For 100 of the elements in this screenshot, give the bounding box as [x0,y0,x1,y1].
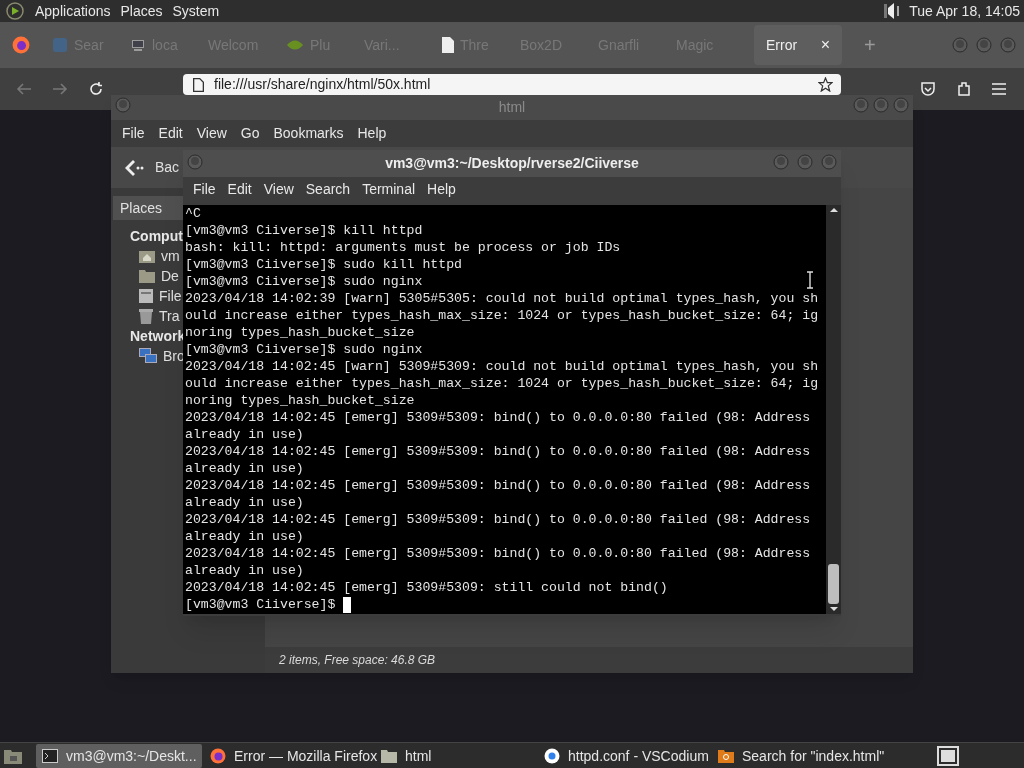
window-button-icon[interactable] [797,154,813,170]
taskbar-button[interactable]: Search for "index.html" [712,744,922,768]
panel-menu[interactable]: Applications [35,0,111,22]
terminal-line: already in use) [185,562,304,579]
scrollbar[interactable] [826,205,841,614]
terminal-line: already in use) [185,426,304,443]
sidebar-item[interactable]: Tra [139,306,180,326]
menu-icon[interactable] [992,83,1006,95]
window-button-icon[interactable] [853,97,869,113]
window-button-icon[interactable] [187,154,203,170]
back-button[interactable]: Bac [155,157,180,178]
trash-icon [139,308,153,324]
sidebar-heading: Comput [130,227,183,246]
page-icon [442,37,454,53]
window-button-icon[interactable] [893,97,909,113]
folder-icon [139,269,155,283]
terminal-line: 2023/04/18 14:02:45 [emerg] 5309#5309: bind() to 0.0.0.0:80 failed (98: Address [185,477,811,494]
terminal-line: 2023/04/18 14:02:45 [warn] 5309#5309: could not build optimal types_hash, you sh [185,358,819,375]
extensions-icon[interactable] [956,81,972,97]
terminal-icon [42,749,58,763]
terminal-line: 2023/04/18 14:02:45 [emerg] 5309#5309: bind() to 0.0.0.0:80 failed (98: Address [185,545,811,562]
pocket-icon[interactable] [920,81,936,97]
terminal-line: [vm3@vm3 Ciiverse]$ kill httpd [185,222,423,239]
terminal-line: ^C [185,205,201,222]
terminal-line: 2023/04/18 14:02:45 [emerg] 5309#5309: bind() to 0.0.0.0:80 failed (98: Address [185,409,811,426]
i-beam-cursor-icon [806,271,814,289]
url-field[interactable]: file:///usr/share/nginx/html/50x.html [183,74,841,95]
window-button-icon[interactable] [873,97,889,113]
star-icon[interactable] [818,77,833,92]
status-text: 2 items, Free space: 46.8 GB [279,652,436,669]
window-title: vm3@vm3:~/Desktop/rverse2/Ciiverse [385,154,639,173]
sidebar-item[interactable]: vm [139,246,180,266]
menu-item[interactable]: Terminal [362,178,416,200]
terminal-line: [vm3@vm3 Ciiverse]$ sudo kill httpd [185,256,462,273]
window-title: html [498,98,526,117]
menu-item[interactable]: Bookmarks [273,123,344,144]
window-button-icon[interactable] [821,154,837,170]
folder-search-icon [718,749,734,763]
terminal-line: ould increase either types_hash_max_size: 1024 or types_hash_bucket_size: 64; ig [185,375,819,392]
folder-icon [381,749,397,763]
app-icon [52,37,68,53]
firefox-icon[interactable] [12,36,30,54]
places-header[interactable]: Places [113,196,183,220]
panel-menu[interactable]: System [172,0,220,22]
terminal-line: noring types_hash_bucket_size [185,392,415,409]
menu-item[interactable]: Edit [158,123,183,144]
desktop-icon[interactable] [4,747,22,764]
app-icon [544,748,560,764]
home-folder-icon [139,249,155,263]
back-icon[interactable] [16,82,32,96]
menu-item[interactable]: Search [305,178,351,200]
clock[interactable]: Tue Apr 18, 14:05 [909,0,1020,22]
scroll-up-icon[interactable] [828,205,839,215]
menu-item[interactable]: File [193,178,216,200]
terminal-line: already in use) [185,460,304,477]
close-icon[interactable]: × [820,33,830,57]
terminal-line: already in use) [185,528,304,545]
firefox-icon [210,748,226,764]
terminal-line: already in use) [185,494,304,511]
sidebar-heading: Network [130,327,186,346]
text-cursor [343,596,352,613]
menu-item[interactable]: Go [240,123,260,144]
terminal-line: [vm3@vm3 Ciiverse]$ sudo nginx [185,341,423,358]
terminal-line: [vm3@vm3 Ciiverse]$ sudo nginx [185,273,423,290]
terminal-line: 2023/04/18 14:02:39 [warn] 5305#5305: could not build optimal types_hash, you sh [185,290,819,307]
terminal-line: noring types_hash_bucket_size [185,324,415,341]
menu-item[interactable]: Help [427,178,456,200]
menu-item[interactable]: View [196,123,227,144]
back-arrow-icon[interactable] [123,158,145,177]
scroll-thumb[interactable] [828,564,839,604]
sidebar-item[interactable]: De [139,266,179,286]
terminal-line: 2023/04/18 14:02:45 [emerg] 5309#5309: still could not bind() [185,579,668,596]
menu-item[interactable]: Edit [227,178,252,200]
network-icon [139,348,157,364]
logo-icon[interactable] [6,2,24,20]
browser-tab[interactable]: Error × [754,25,842,65]
menu-item[interactable]: File [122,123,145,144]
menu-item[interactable]: View [263,178,294,200]
terminal-line: 2023/04/18 14:02:45 [emerg] 5309#5309: bind() to 0.0.0.0:80 failed (98: Address [185,511,811,528]
drive-icon [139,289,153,303]
monitor-icon [130,37,146,53]
window-button-icon[interactable] [1000,37,1016,53]
page-icon [193,77,204,92]
window-button-icon[interactable] [952,37,968,53]
panel-menu[interactable]: Places [120,0,163,22]
reload-icon[interactable] [88,81,104,97]
window-button-icon[interactable] [115,97,131,113]
window-button-icon[interactable] [773,154,789,170]
forward-icon[interactable] [52,82,68,96]
menu-item[interactable]: Help [357,123,387,144]
sidebar-item[interactable]: File [139,286,182,306]
taskbar-button[interactable]: vm3@vm3:~/Deskt... [36,744,202,768]
taskbar-button[interactable]: httpd.conf - VSCodium [538,744,710,768]
eye-icon [286,38,304,52]
window-icon[interactable] [937,746,959,766]
window-button-icon[interactable] [976,37,992,53]
terminal-prompt: [vm3@vm3 Ciiverse]$ [185,596,337,613]
terminal-line: ould increase either types_hash_max_size: 1024 or types_hash_bucket_size: 64; ig [185,307,819,324]
terminal-line: bash: kill: httpd: arguments must be process or job IDs [185,239,621,256]
terminal-line: 2023/04/18 14:02:45 [emerg] 5309#5309: bind() to 0.0.0.0:80 failed (98: Address [185,443,811,460]
